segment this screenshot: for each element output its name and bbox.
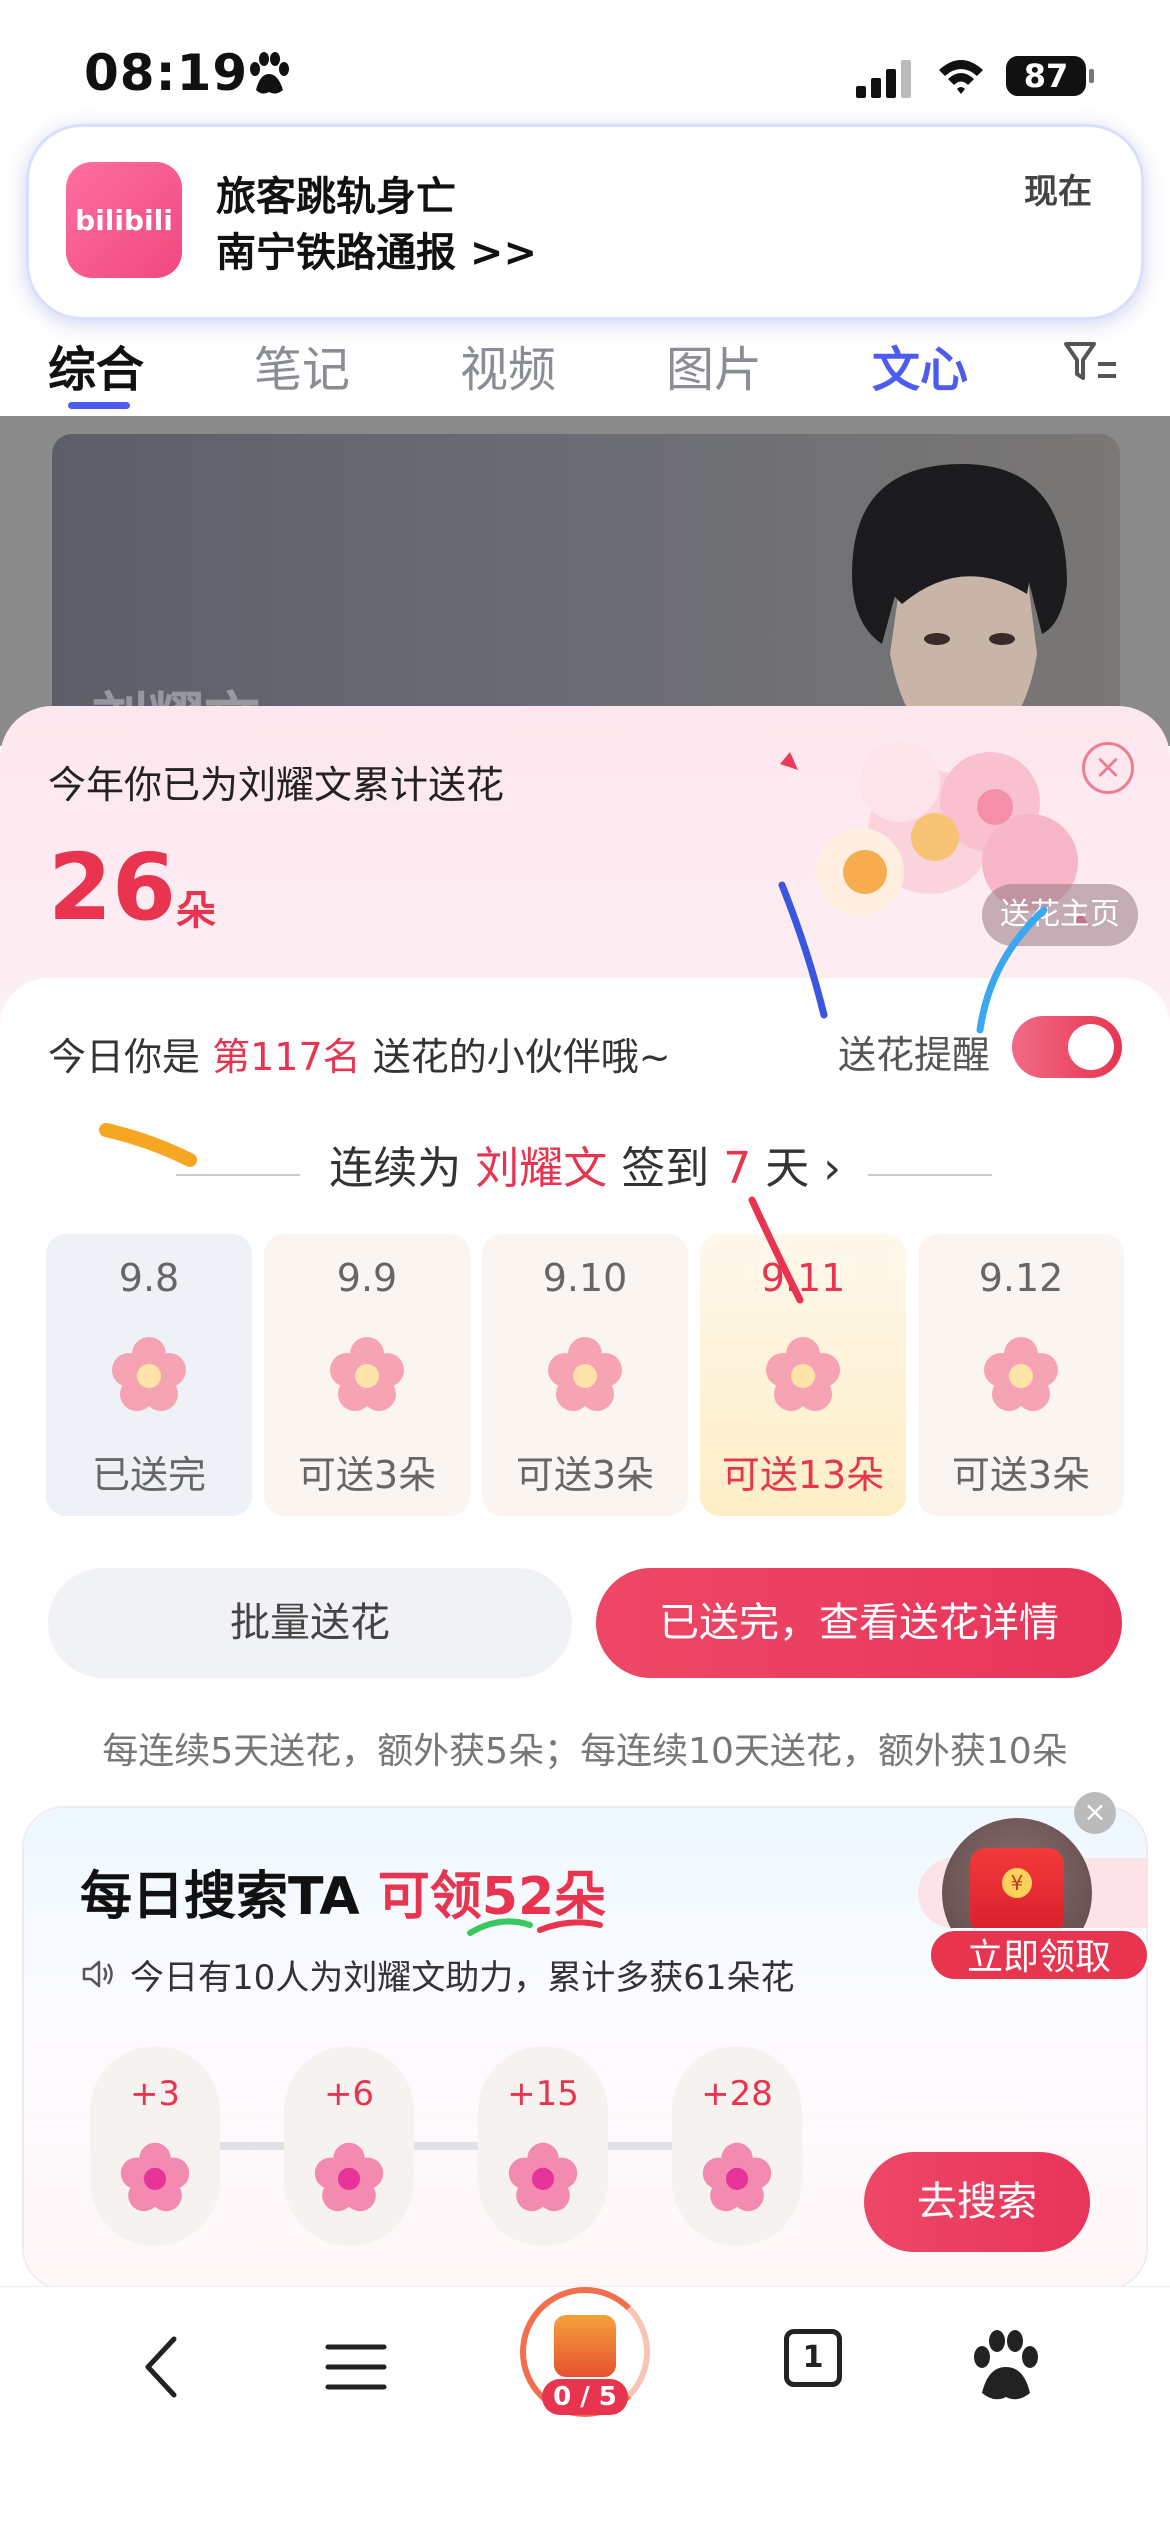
flower-count: 26	[48, 834, 177, 941]
streak-middle: 签到	[621, 1143, 710, 1194]
coin-icon: ¥	[1002, 1868, 1032, 1898]
day-date: 9.9	[336, 1256, 398, 1300]
batch-send-button[interactable]: 批量送花	[48, 1568, 572, 1678]
flower-icon	[548, 1337, 622, 1411]
view-details-button[interactable]: 已送完，查看送花详情	[596, 1568, 1122, 1678]
day-date: 9.11	[760, 1256, 846, 1300]
close-redpacket-button[interactable]: ×	[1074, 1792, 1116, 1834]
notification-time: 现在	[1024, 172, 1092, 212]
flower-icon	[702, 2142, 772, 2212]
search-card-title: 每日搜索TA 可领52朵	[80, 1854, 606, 1929]
reward-amount: +3	[129, 2074, 181, 2114]
day-date: 9.10	[542, 1256, 628, 1300]
day-status: 可送3朵	[297, 1453, 437, 1497]
flower-icon	[314, 2142, 384, 2212]
battery-indicator: 87	[1006, 56, 1094, 96]
active-tab-indicator	[68, 402, 130, 409]
task-progress-count: 0 / 5	[542, 2379, 628, 2415]
day-card[interactable]: 9.9 可送3朵	[264, 1234, 470, 1516]
speaker-icon	[82, 1960, 113, 1988]
flower-icon	[112, 1337, 186, 1411]
tabs-count-button[interactable]: 1	[784, 2329, 842, 2387]
day-date: 9.8	[118, 1256, 180, 1300]
flower-icon	[984, 1337, 1058, 1411]
notification-body: 南宁铁路通报 >>	[216, 230, 537, 276]
rank-suffix: 送花的小伙伴哦~	[372, 1035, 671, 1079]
rank-text: 今日你是 第117名 送花的小伙伴哦~	[48, 1026, 671, 1081]
reminder-toggle[interactable]	[1012, 1016, 1122, 1078]
day-status: 可送13朵	[721, 1453, 885, 1497]
bilibili-app-icon: bilibili	[66, 162, 182, 278]
tab-images[interactable]: 图片	[666, 330, 762, 400]
flower-icon	[766, 1337, 840, 1411]
reward-amount: +28	[701, 2074, 773, 2114]
reward-step: +3	[90, 2046, 220, 2246]
day-status: 可送3朵	[951, 1453, 1091, 1497]
task-progress-button[interactable]: 0 / 5	[520, 2287, 650, 2417]
flower-icon	[508, 2142, 578, 2212]
reward-step: +28	[672, 2046, 802, 2246]
tab-wenxin[interactable]: 文心	[872, 330, 968, 400]
day-card[interactable]: 9.10 可送3朵	[482, 1234, 688, 1516]
streak-days: 7	[723, 1143, 752, 1194]
gift-box-icon	[554, 2315, 616, 2377]
divider-right	[868, 1174, 992, 1176]
flower-panel: 今日你是 第117名 送花的小伙伴哦~ 送花提醒 连续为 刘耀文 签到 7 天 …	[0, 978, 1170, 2286]
flower-sheet: 今年你已为刘耀文累计送花 26 朵 × 送花主页 今日你是 第117名 送花的小…	[0, 706, 1170, 2286]
tab-comprehensive[interactable]: 综合	[48, 330, 144, 400]
streak-name: 刘耀文	[475, 1143, 608, 1194]
baidu-paw-icon[interactable]	[966, 2327, 1046, 2407]
search-card-info: 今日有10人为刘耀文助力，累计多获61朵花	[130, 1958, 795, 1998]
tab-notes[interactable]: 笔记	[254, 330, 350, 400]
cellular-signal-icon	[856, 60, 911, 98]
day-status: 已送完	[91, 1453, 206, 1497]
day-card-today[interactable]: 9.11 可送13朵	[700, 1234, 906, 1516]
flower-count-unit: 朵	[176, 888, 216, 934]
streak-link[interactable]: 连续为 刘耀文 签到 7 天 ›	[0, 1132, 1170, 1196]
baidu-paw-icon	[250, 52, 289, 94]
reward-amount: +15	[507, 2074, 579, 2114]
streak-suffix: 天 ›	[765, 1143, 841, 1194]
go-search-button[interactable]: 去搜索	[864, 2152, 1090, 2252]
bottom-toolbar: 0 / 5 1	[0, 2286, 1170, 2532]
day-cards: 9.8 已送完 9.9 可送3朵 9.10 可送3朵 9.11 可送13朵 9.…	[46, 1234, 1126, 1516]
day-status: 可送3朵	[515, 1453, 655, 1497]
bouquet-illustration	[780, 742, 1090, 926]
filter-icon[interactable]	[1060, 338, 1120, 386]
push-notification[interactable]: bilibili 旅客跳轨身亡 南宁铁路通报 >> 现在	[26, 124, 1144, 320]
sheet-title: 今年你已为刘耀文累计送花	[48, 763, 505, 807]
day-card[interactable]: 9.12 可送3朵	[918, 1234, 1124, 1516]
tab-videos[interactable]: 视频	[460, 330, 556, 400]
status-time: 08:19	[84, 44, 249, 102]
flower-icon	[120, 2142, 190, 2212]
search-card-highlight: 可领52朵	[377, 1867, 607, 1927]
reward-step: +15	[478, 2046, 608, 2246]
close-sheet-button[interactable]: ×	[1082, 742, 1134, 794]
claim-now-button[interactable]: 立即领取	[928, 1928, 1150, 1982]
notification-title: 旅客跳轨身亡	[216, 174, 456, 220]
rank-value: 第117名	[212, 1035, 361, 1079]
menu-icon[interactable]	[316, 2327, 396, 2407]
search-card-title-text: 每日搜索TA	[80, 1867, 360, 1927]
reminder-label: 送花提醒	[838, 1033, 991, 1077]
day-card[interactable]: 9.8 已送完	[46, 1234, 252, 1516]
bonus-text: 每连续5天送花，额外获5朵；每连续10天送花，额外获10朵	[102, 1731, 1068, 1772]
reward-amount: +6	[323, 2074, 375, 2114]
rank-prefix: 今日你是	[48, 1035, 201, 1079]
wifi-icon	[939, 60, 983, 94]
search-tabs: 综合 笔记 视频 图片 文心	[0, 320, 1170, 416]
flower-home-button[interactable]: 送花主页	[982, 884, 1138, 946]
flower-icon	[330, 1337, 404, 1411]
streak-prefix: 连续为	[329, 1143, 462, 1194]
reward-step: +6	[284, 2046, 414, 2246]
day-date: 9.12	[978, 1256, 1064, 1300]
back-icon[interactable]	[124, 2327, 204, 2407]
